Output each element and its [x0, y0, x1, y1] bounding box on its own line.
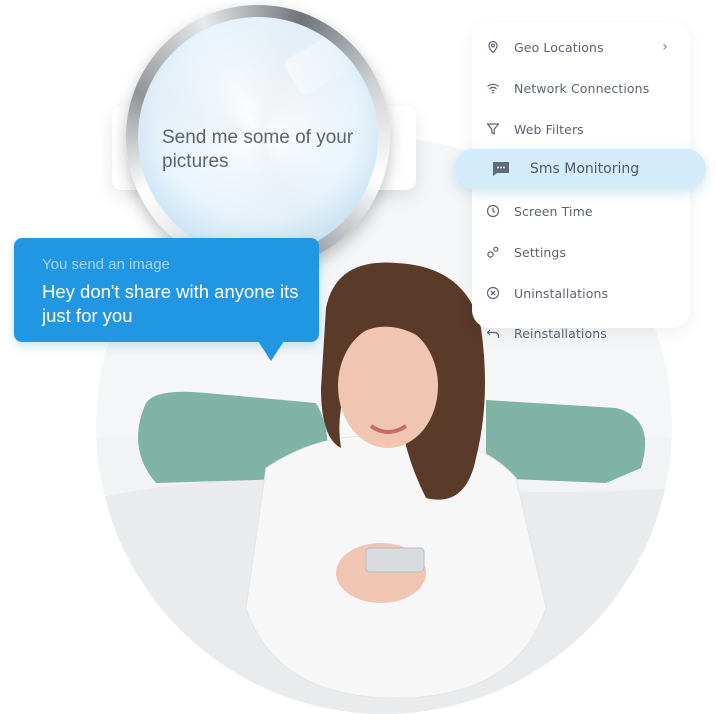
bubble-message-text: Hey don't share with anyone its just for…	[42, 281, 299, 326]
menu-item-label: Network Connections	[514, 80, 650, 96]
wifi-icon	[486, 81, 500, 95]
filter-icon	[486, 122, 500, 136]
bubble-tail	[258, 341, 284, 361]
chevron-right-icon: ›	[662, 39, 668, 55]
menu-item-label: Uninstallations	[514, 285, 609, 301]
clock-icon	[486, 204, 500, 218]
menu-item-label: Reinstallations	[514, 325, 607, 341]
menu-item-sms-monitoring[interactable]: Sms Monitoring	[454, 149, 706, 189]
gear-icon	[486, 245, 500, 259]
menu-item-label: Geo Locations	[514, 39, 604, 55]
undo-arrow-icon	[486, 326, 500, 340]
lens-glare	[282, 27, 364, 97]
chat-bubble-icon	[492, 161, 510, 177]
menu-item-network-connections[interactable]: Network Connections	[486, 75, 686, 101]
menu-item-label: Screen Time	[514, 203, 593, 219]
menu-item-web-filters[interactable]: Web Filters	[486, 116, 686, 142]
menu-item-reinstallations[interactable]: Reinstallations	[486, 320, 686, 346]
menu-item-label: Settings	[514, 244, 567, 260]
menu-item-screen-time[interactable]: Screen Time	[486, 198, 686, 224]
menu-item-settings[interactable]: Settings	[486, 239, 686, 265]
x-circle-icon	[486, 286, 500, 300]
menu-item-geo-locations[interactable]: Geo Locations ›	[486, 34, 686, 60]
menu-active-label: Sms Monitoring	[530, 161, 640, 177]
bubble-subtitle: You send an image	[42, 256, 170, 273]
location-pin-icon	[486, 40, 500, 54]
menu-item-label: Web Filters	[514, 121, 584, 137]
outgoing-message-bubble: You send an image Hey don't share with a…	[14, 238, 319, 342]
menu-item-uninstallations[interactable]: Uninstallations	[486, 280, 686, 306]
magnified-message-text: Send me some of your pictures	[162, 127, 354, 172]
